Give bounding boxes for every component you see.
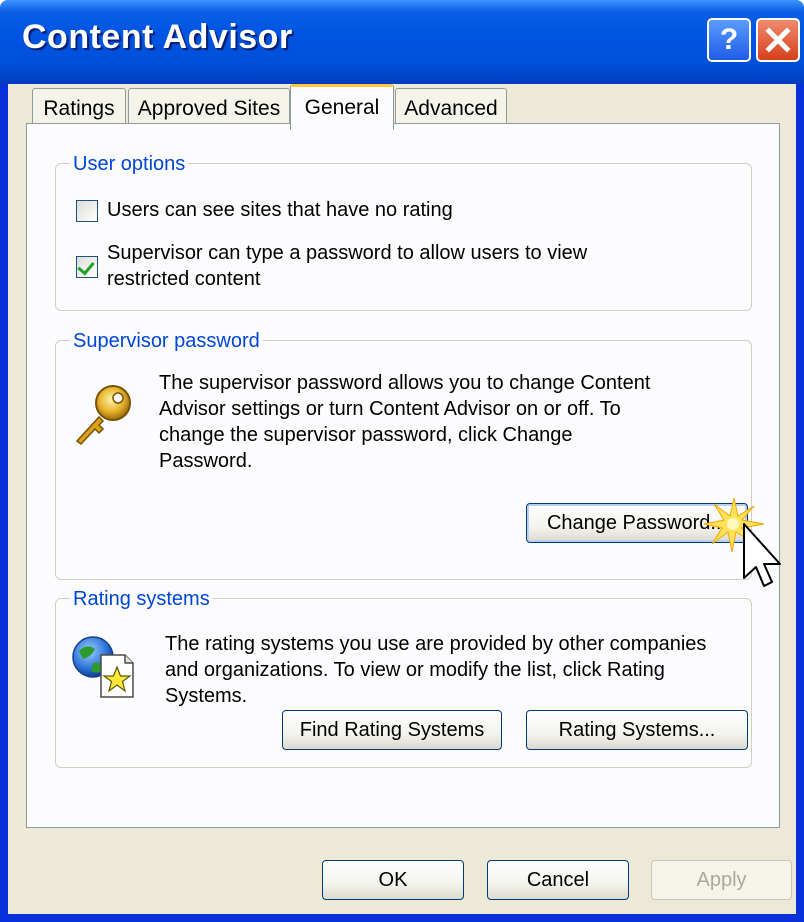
no-rating-checkbox[interactable]: [76, 200, 98, 222]
globe-document-icon: [72, 636, 134, 698]
supervisor-override-label-line1[interactable]: Supervisor can type a password to allow …: [107, 240, 587, 266]
supervisor-password-legend: Supervisor password: [70, 329, 263, 353]
arrow-cursor-icon: [743, 523, 781, 587]
supervisor-text-line2: Advisor settings or turn Content Advisor…: [159, 398, 621, 420]
close-button[interactable]: [756, 18, 800, 62]
mouse-cursor: [704, 497, 781, 587]
supervisor-text-line3: change the supervisor password, click Ch…: [159, 424, 573, 446]
supervisor-text-line1: The supervisor password allows you to ch…: [159, 372, 651, 394]
rating-systems-button[interactable]: Rating Systems...: [526, 710, 748, 750]
window-title: Content Advisor: [22, 18, 293, 56]
close-icon: [765, 27, 791, 53]
dialog-client-area: Ratings Approved Sites General Advanced …: [8, 84, 796, 914]
rating-text-line3: Systems.: [165, 685, 248, 707]
rating-text-line1: The rating systems you use are provided …: [165, 633, 707, 655]
rating-systems-legend: Rating systems: [70, 587, 213, 611]
tab-ratings[interactable]: Ratings: [32, 88, 126, 128]
tab-general[interactable]: General: [290, 84, 394, 130]
checkmark-icon: [77, 257, 95, 276]
supervisor-text-line4: Password.: [159, 450, 253, 472]
rating-text-line2: and organizations. To view or modify the…: [165, 659, 665, 681]
apply-button[interactable]: Apply: [651, 860, 792, 900]
supervisor-override-checkbox[interactable]: [76, 256, 98, 278]
ok-button[interactable]: OK: [322, 860, 464, 900]
general-tab-panel: User options Users can see sites that ha…: [26, 123, 780, 828]
help-button[interactable]: ?: [707, 18, 751, 62]
key-icon: [75, 385, 131, 446]
find-rating-systems-button[interactable]: Find Rating Systems: [282, 710, 502, 750]
user-options-legend: User options: [70, 152, 189, 176]
supervisor-override-label-line2[interactable]: restricted content: [107, 266, 260, 292]
tab-advanced[interactable]: Advanced: [395, 88, 507, 128]
content-advisor-window: Content Advisor ? Ratings Approved Sites…: [0, 0, 804, 922]
title-bar[interactable]: Content Advisor ?: [0, 0, 804, 84]
no-rating-label[interactable]: Users can see sites that have no rating: [107, 197, 453, 223]
cancel-button[interactable]: Cancel: [487, 860, 629, 900]
tab-approved-sites[interactable]: Approved Sites: [128, 88, 290, 128]
